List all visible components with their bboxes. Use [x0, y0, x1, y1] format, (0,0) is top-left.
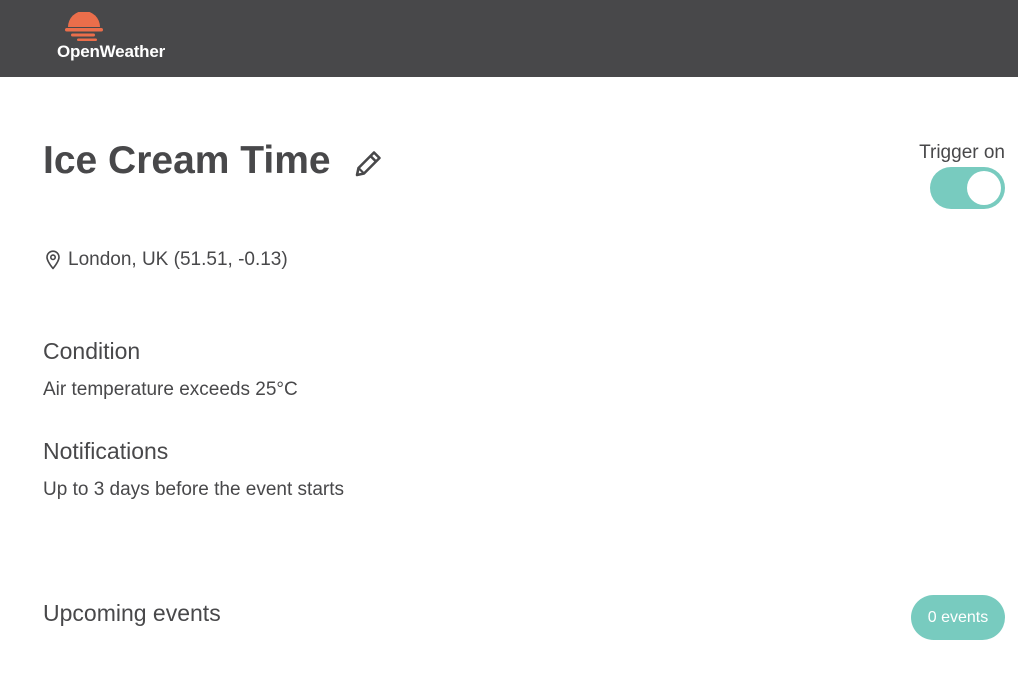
notifications-text: Up to 3 days before the event starts [43, 479, 345, 500]
toggle-knob [967, 171, 1001, 205]
notifications-heading: Notifications [43, 438, 169, 464]
top-header: OpenWeather [0, 0, 1018, 77]
pencil-icon[interactable] [351, 147, 385, 181]
trigger-toggle-label: Trigger on [919, 142, 1005, 163]
condition-heading: Condition [43, 338, 141, 364]
map-pin-icon [46, 250, 60, 270]
trigger-toggle[interactable] [930, 167, 1005, 209]
logo-text: OpenWeather [57, 42, 166, 61]
events-count-badge[interactable]: 0 events [911, 595, 1005, 640]
sun-logo-icon [65, 12, 103, 41]
upcoming-events-heading: Upcoming events [43, 600, 221, 626]
page-title: Ice Cream Time [43, 139, 331, 182]
location-text: London, UK (51.51, -0.13) [68, 249, 288, 270]
condition-text: Air temperature exceeds 25°C [43, 379, 298, 400]
openweather-logo[interactable]: OpenWeather [57, 12, 187, 64]
